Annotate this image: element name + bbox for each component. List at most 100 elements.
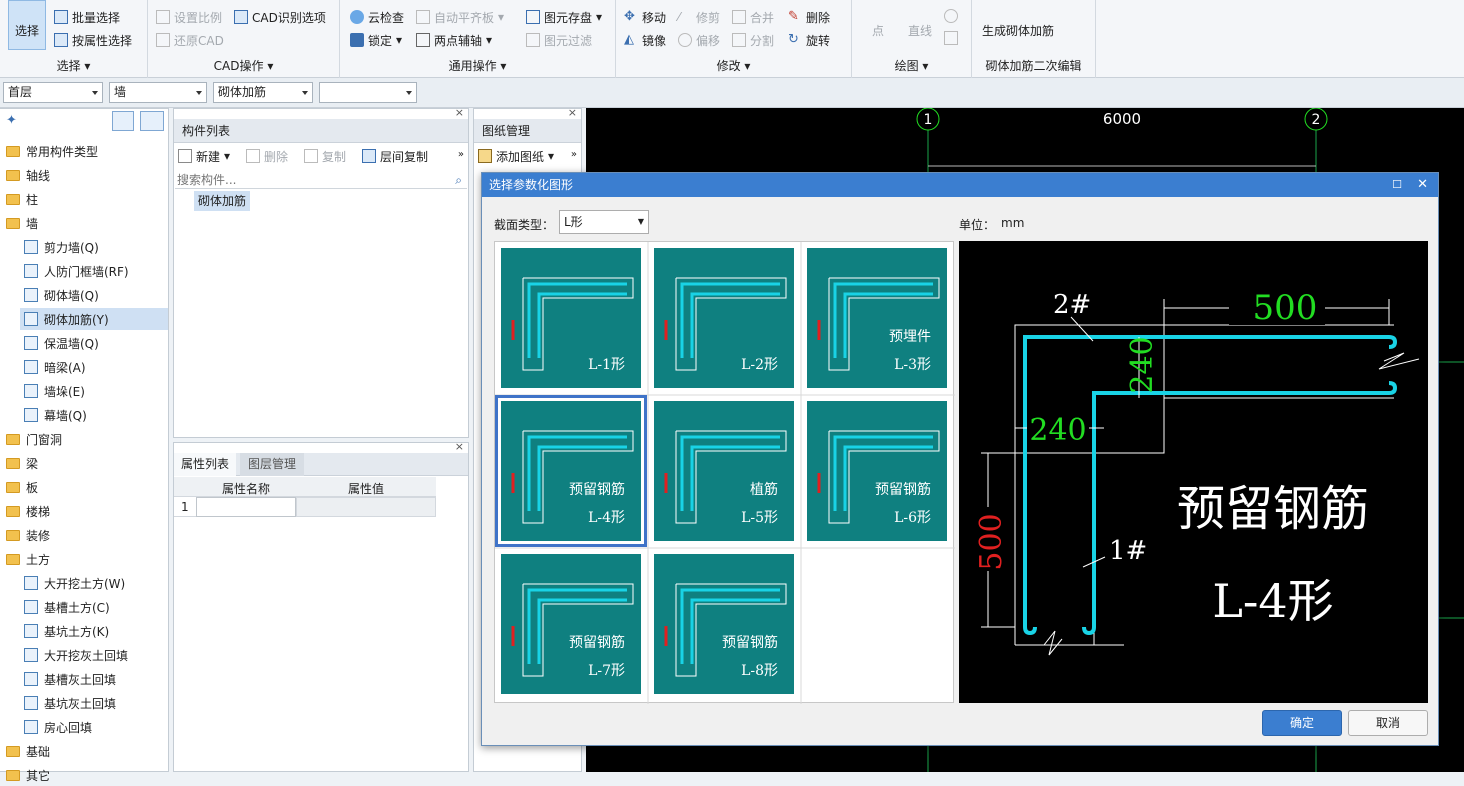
ok-button[interactable]: 确定 bbox=[1262, 710, 1342, 736]
type-select[interactable]: 砌体加筋 bbox=[213, 82, 313, 103]
tree-folder[interactable]: 楼梯 bbox=[6, 500, 50, 522]
lock-button[interactable]: 锁定 ▾ bbox=[350, 30, 402, 50]
offset-button[interactable]: 偏移 bbox=[678, 30, 720, 50]
close-icon[interactable]: × bbox=[455, 106, 464, 119]
component-item[interactable]: 砌体加筋 bbox=[194, 191, 251, 211]
shape-thumb[interactable]: 预留钢筋 L-6形 bbox=[807, 401, 947, 541]
tree-folder[interactable]: 墙 bbox=[6, 212, 38, 234]
folder-icon bbox=[6, 481, 20, 493]
cad-options-button[interactable]: CAD识别选项 bbox=[234, 7, 326, 27]
component-icon bbox=[24, 384, 38, 398]
more-icon[interactable]: » bbox=[571, 149, 577, 160]
shape-thumb[interactable]: 预留钢筋 L-7形 bbox=[501, 554, 641, 694]
tree-subitem[interactable]: 砌体墙(Q) bbox=[24, 284, 99, 306]
rotate-button[interactable]: ↻ 旋转 bbox=[788, 30, 830, 50]
item-select[interactable] bbox=[319, 82, 417, 103]
point-button[interactable]: 点 bbox=[872, 20, 884, 40]
tree-subitem[interactable]: 保温墙(Q) bbox=[24, 332, 99, 354]
thumb-caption: 预留钢筋 bbox=[875, 482, 931, 498]
cancel-button[interactable]: 取消 bbox=[1348, 710, 1428, 736]
tree-subitem[interactable]: 大开挖灰土回填 bbox=[24, 644, 128, 666]
tree-subitem[interactable]: 墙垛(E) bbox=[24, 380, 85, 402]
floor-select[interactable]: 首层 bbox=[3, 82, 103, 103]
tree-folder[interactable]: 门窗洞 bbox=[6, 428, 62, 450]
align-icon bbox=[416, 10, 430, 24]
trim-button[interactable]: ⁄ 修剪 bbox=[678, 7, 720, 27]
element-filter-button[interactable]: 图元过滤 bbox=[526, 30, 592, 50]
cad-group-dropdown[interactable]: CAD操作 ▾ bbox=[148, 57, 339, 74]
split-button[interactable]: 分割 bbox=[732, 30, 774, 50]
set-scale-button[interactable]: 设置比例 bbox=[156, 7, 222, 27]
shape-thumb[interactable]: L-2形 bbox=[654, 248, 794, 388]
search-icon[interactable]: ⌕ bbox=[455, 173, 462, 188]
category-select[interactable]: 墙 bbox=[109, 82, 207, 103]
move-button[interactable]: ✥ 移动 bbox=[624, 7, 666, 27]
section-type-select[interactable]: L形 ▼ bbox=[559, 210, 649, 234]
tree-subitem[interactable]: 基坑土方(K) bbox=[24, 620, 109, 642]
generate-rebar-button[interactable]: 生成砌体加筋 bbox=[982, 20, 1054, 40]
modify-group-dropdown[interactable]: 修改 ▾ bbox=[616, 57, 851, 74]
property-value-cell[interactable] bbox=[296, 497, 436, 517]
arc-button[interactable] bbox=[944, 6, 958, 26]
tree-folder[interactable]: 土方 bbox=[6, 548, 50, 570]
tree-subitem[interactable]: 剪力墙(Q) bbox=[24, 236, 99, 258]
tree-subitem[interactable]: 房心回填 bbox=[24, 716, 92, 738]
restore-cad-button[interactable]: 还原CAD bbox=[156, 30, 224, 50]
tree-subitem[interactable]: 人防门框墙(RF) bbox=[24, 260, 129, 282]
shape-thumb[interactable]: 预留钢筋 L-8形 bbox=[654, 554, 794, 694]
tree-subitem[interactable]: 基坑灰土回填 bbox=[24, 692, 116, 714]
search-input[interactable] bbox=[175, 171, 467, 189]
rect-button[interactable] bbox=[944, 28, 958, 48]
copy-component-button[interactable]: 复制 bbox=[304, 146, 346, 166]
close-icon[interactable]: × bbox=[568, 106, 577, 119]
tree-folder[interactable]: 其它 bbox=[6, 764, 50, 786]
maximize-icon[interactable]: ☐ bbox=[1392, 173, 1402, 197]
general-group-dropdown[interactable]: 通用操作 ▾ bbox=[340, 57, 615, 74]
auto-align-button[interactable]: 自动平齐板 ▾ bbox=[416, 7, 504, 27]
tree-folder[interactable]: 柱 bbox=[6, 188, 38, 210]
tab-layer-mgmt[interactable]: 图层管理 bbox=[240, 453, 304, 476]
ribbon-group-modify: ✥ 移动 ◭ 镜像 ⁄ 修剪 偏移 合并 分割 ✎ 删除 ↻ 旋转 修改 ▾ bbox=[616, 0, 852, 78]
tree-subitem[interactable]: 基槽灰土回填 bbox=[24, 668, 116, 690]
pin-icon[interactable]: ✦ bbox=[6, 113, 17, 128]
tree-folder[interactable]: 常用构件类型 bbox=[6, 140, 98, 162]
tree-subitem[interactable]: 大开挖土方(W) bbox=[24, 572, 125, 594]
merge-button[interactable]: 合并 bbox=[732, 7, 774, 27]
select-group-dropdown[interactable]: 选择 ▾ bbox=[0, 57, 147, 74]
close-icon[interactable]: ✕ bbox=[1417, 173, 1428, 197]
tree-folder[interactable]: 装修 bbox=[6, 524, 50, 546]
select-by-attr-button[interactable]: 按属性选择 bbox=[54, 30, 132, 50]
new-component-button[interactable]: 新建 ▾ bbox=[178, 146, 230, 166]
tree-folder[interactable]: 轴线 bbox=[6, 164, 50, 186]
shape-thumb[interactable]: 预留钢筋 L-4形 bbox=[495, 395, 647, 547]
save-element-button[interactable]: 图元存盘 ▾ bbox=[526, 7, 602, 27]
detail-view-icon[interactable] bbox=[140, 111, 164, 131]
property-name-cell[interactable] bbox=[196, 497, 296, 517]
tree-folder[interactable]: 板 bbox=[6, 476, 38, 498]
tree-subitem[interactable]: 暗梁(A) bbox=[24, 356, 86, 378]
cloud-check-button[interactable]: 云检查 bbox=[350, 7, 404, 27]
mirror-button[interactable]: ◭ 镜像 bbox=[624, 30, 666, 50]
more-icon[interactable]: » bbox=[458, 149, 464, 160]
shape-preview: 2# 1# 500 240 240 500 预留钢筋 L-4形 bbox=[959, 241, 1428, 703]
tab-property-list[interactable]: 属性列表 bbox=[174, 453, 236, 476]
close-icon[interactable]: × bbox=[455, 440, 464, 453]
delete-component-button[interactable]: 删除 bbox=[246, 146, 288, 166]
shape-thumb[interactable]: 植筋 L-5形 bbox=[654, 401, 794, 541]
tree-subitem[interactable]: 基槽土方(C) bbox=[24, 596, 110, 618]
batch-select-button[interactable]: 批量选择 bbox=[54, 7, 120, 27]
delete-button[interactable]: ✎ 删除 bbox=[788, 7, 830, 27]
shape-thumb[interactable]: L-1形 bbox=[501, 248, 641, 388]
shape-thumb[interactable]: 预埋件 L-3形 bbox=[807, 248, 947, 388]
line-button[interactable]: 直线 bbox=[908, 20, 932, 40]
draw-group-dropdown[interactable]: 绘图 ▾ bbox=[852, 57, 971, 74]
tree-subitem[interactable]: 砌体加筋(Y) bbox=[20, 308, 168, 330]
add-drawing-button[interactable]: 添加图纸 ▾ bbox=[478, 146, 554, 166]
two-point-axis-button[interactable]: 两点辅轴 ▾ bbox=[416, 30, 492, 50]
tree-subitem[interactable]: 幕墙(Q) bbox=[24, 404, 87, 426]
floor-copy-button[interactable]: 层间复制 bbox=[362, 146, 428, 166]
select-button[interactable]: 选择 bbox=[8, 0, 46, 50]
list-view-icon[interactable] bbox=[112, 111, 134, 131]
tree-folder[interactable]: 梁 bbox=[6, 452, 38, 474]
tree-folder[interactable]: 基础 bbox=[6, 740, 50, 762]
